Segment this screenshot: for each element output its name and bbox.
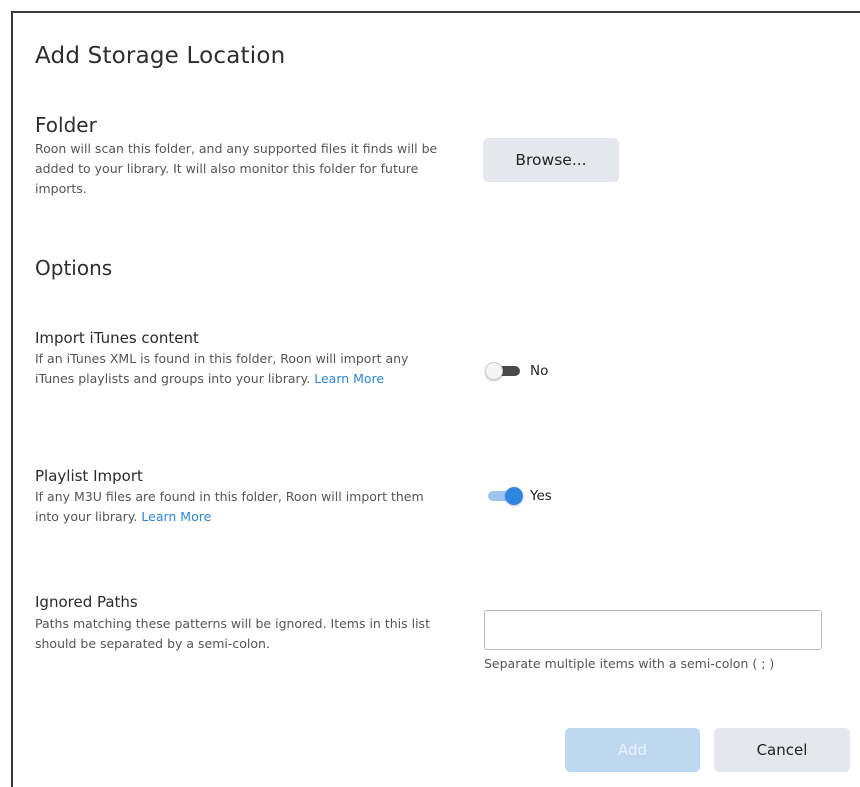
playlist-import-label: Playlist Import <box>35 467 143 485</box>
playlist-import-toggle[interactable] <box>484 486 524 506</box>
options-heading: Options <box>35 256 113 280</box>
ignored-paths-label: Ignored Paths <box>35 593 138 611</box>
browse-button[interactable]: Browse... <box>483 138 619 182</box>
itunes-import-state: No <box>530 363 549 379</box>
cancel-button[interactable]: Cancel <box>714 728 850 772</box>
ignored-paths-hint: Separate multiple items with a semi-colo… <box>484 656 775 671</box>
add-storage-location-dialog: Add Storage Location Folder Roon will sc… <box>11 11 860 787</box>
folder-description: Roon will scan this folder, and any supp… <box>35 141 438 196</box>
toggle-knob <box>485 362 503 380</box>
playlist-import-description: If any M3U files are found in this folde… <box>35 489 424 524</box>
playlist-import-toggle-row: Yes <box>484 486 552 506</box>
ignored-paths-input[interactable] <box>484 610 822 650</box>
itunes-import-label: Import iTunes content <box>35 329 199 347</box>
folder-heading: Folder <box>35 113 97 137</box>
add-button[interactable]: Add <box>565 728 700 772</box>
playlist-learn-more-link[interactable]: Learn More <box>141 509 211 524</box>
toggle-knob <box>505 487 523 505</box>
itunes-import-toggle[interactable] <box>484 361 524 381</box>
playlist-import-state: Yes <box>530 488 552 504</box>
itunes-learn-more-link[interactable]: Learn More <box>314 371 384 386</box>
dialog-title: Add Storage Location <box>35 43 286 69</box>
itunes-import-toggle-row: No <box>484 361 548 381</box>
ignored-paths-description: Paths matching these patterns will be ig… <box>35 616 430 651</box>
itunes-import-description: If an iTunes XML is found in this folder… <box>35 351 409 386</box>
